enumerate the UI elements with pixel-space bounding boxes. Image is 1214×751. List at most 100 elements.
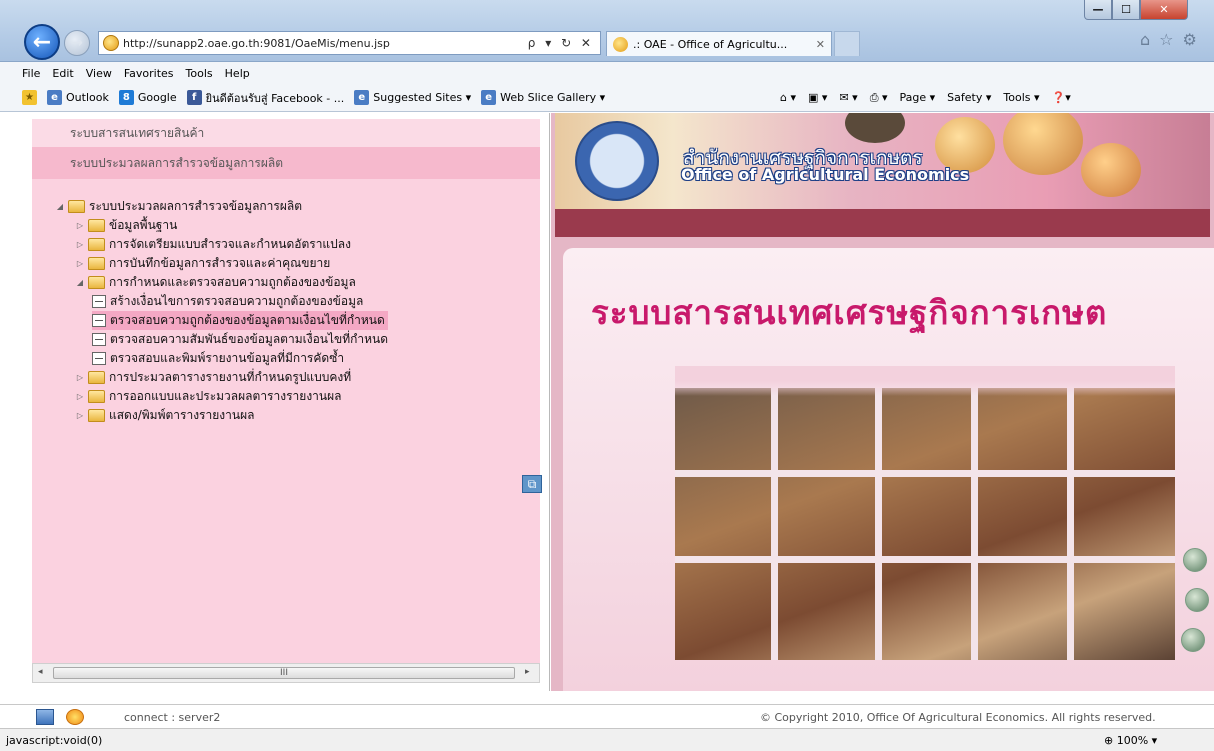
menu-favorites[interactable]: Favorites — [124, 67, 174, 80]
fav-facebook[interactable]: f ยินดีต้อนรับสู่ Facebook - ... — [186, 89, 344, 107]
safety-menu[interactable]: Safety ▾ — [947, 91, 991, 104]
expand-icon[interactable]: ▷ — [72, 240, 88, 249]
market-photo — [675, 388, 1175, 660]
tree-leaf-create-conditions[interactable]: สร้างเงื่อนไขการตรวจสอบความถูกต้องของข้อ… — [92, 292, 388, 311]
decor-orb — [1183, 548, 1207, 572]
address-bar[interactable]: http://sunapp2.oae.go.th:9081/OaeMis/men… — [98, 31, 601, 55]
expand-icon[interactable]: ▷ — [72, 392, 88, 401]
menu-view[interactable]: View — [86, 67, 112, 80]
tree-item-survey-entry[interactable]: ▷ การบันทึกข้อมูลการสำรวจและค่าคุณขยาย — [72, 254, 388, 273]
photo-grid-line — [771, 388, 778, 660]
document-icon — [92, 333, 106, 346]
fav-outlook[interactable]: e Outlook — [47, 90, 109, 105]
tree-leaf-print-duplicates[interactable]: ตรวจสอบและพิมพ์รายงานข้อมูลที่มีการคัดซ้… — [92, 349, 388, 368]
photo-fade — [675, 366, 1175, 396]
tree-item-survey-prep[interactable]: ▷ การจัดเตรียมแบบสำรวจและกำหนดอัตราแปลง — [72, 235, 388, 254]
banner-fruit — [1003, 113, 1083, 175]
decor-orb — [1185, 588, 1209, 612]
expand-icon[interactable]: ▷ — [72, 221, 88, 230]
browser-tab[interactable]: .: OAE - Office of Agricultu... ✕ — [606, 31, 832, 56]
menu-file[interactable]: File — [22, 67, 40, 80]
folder-icon — [88, 238, 105, 251]
zoom-dropdown-icon[interactable]: ▾ — [1152, 734, 1158, 747]
fav-web-slice-gallery[interactable]: e Web Slice Gallery ▾ — [481, 90, 605, 105]
menu-help[interactable]: Help — [225, 67, 250, 80]
mail-icon[interactable]: ✉ ▾ — [839, 91, 857, 104]
tree-item-data-validation[interactable]: ◢ การกำหนดและตรวจสอบความถูกต้องของข้อมูล — [72, 273, 388, 292]
horizontal-scrollbar[interactable]: ◂ III ▸ — [32, 663, 540, 683]
app-footer: connect : server2 © Copyright 2010, Offi… — [0, 704, 1214, 728]
folder-open-icon — [68, 200, 85, 213]
scrollbar-thumb[interactable]: III — [53, 667, 515, 679]
frame-toggle-button[interactable]: ⧉ — [522, 475, 542, 493]
help-icon[interactable]: ❓▾ — [1052, 91, 1071, 104]
tree-item-show-print-reports[interactable]: ▷ แสดง/พิมพ์ตารางรายงานผล — [72, 406, 388, 425]
menu-item-commodity-info[interactable]: ระบบสารสนเทศรายสินค้า — [32, 119, 540, 147]
monitor-icon[interactable] — [36, 709, 54, 725]
address-url[interactable]: http://sunapp2.oae.go.th:9081/OaeMis/men… — [123, 37, 528, 50]
scroll-left-arrow-icon[interactable]: ◂ — [38, 667, 43, 677]
expand-icon[interactable]: ▷ — [72, 411, 88, 420]
favorites-star-add[interactable]: ★ — [22, 90, 37, 105]
welcome-panel: ระบบสารสนเทศเศรษฐกิจการเกษต — [563, 248, 1214, 691]
google-icon: 8 — [118, 90, 134, 105]
tree-item-design-reports[interactable]: ▷ การออกแบบและประมวลผลตารางรายงานผล — [72, 387, 388, 406]
home-icon[interactable]: ⌂ — [1140, 30, 1150, 49]
banner-title-en: Office of Agricultural Economics — [681, 165, 970, 184]
tree-root[interactable]: ◢ ระบบประมวลผลการสำรวจข้อมูลการผลิต — [52, 197, 388, 216]
print-icon[interactable]: ⎙ ▾ — [870, 91, 888, 105]
left-nav-frame: ระบบสารสนเทศรายสินค้า ระบบประมวลผลการสำร… — [0, 113, 550, 691]
photo-grid-line — [675, 556, 1175, 563]
settings-gear-icon[interactable]: ⚙ — [1183, 30, 1197, 49]
menu-item-production-survey[interactable]: ระบบประมวลผลการสำรวจข้อมูลการผลิต — [32, 147, 540, 179]
maximize-button[interactable]: ☐ — [1112, 0, 1140, 20]
nav-tree: ◢ ระบบประมวลผลการสำรวจข้อมูลการผลิต ▷ ข้… — [52, 197, 389, 425]
address-controls[interactable]: ρ ▾ ↻ ✕ — [528, 36, 600, 50]
menu-bar: File Edit View Favorites Tools Help — [0, 62, 1214, 84]
tree-item-fixed-reports[interactable]: ▷ การประมวลตารางรายงานที่กำหนดรูปแบบคงที… — [72, 368, 388, 387]
document-icon — [92, 295, 106, 308]
folder-icon — [88, 219, 105, 232]
expand-icon[interactable]: ▷ — [72, 373, 88, 382]
web-slice-icon: e — [481, 90, 497, 105]
tree-item-basic-data[interactable]: ▷ ข้อมูลพื้นฐาน — [72, 216, 388, 235]
fav-suggested-sites[interactable]: e Suggested Sites ▾ — [354, 90, 471, 105]
new-tab-button[interactable] — [834, 31, 860, 56]
favorites-star-icon[interactable]: ☆ — [1159, 30, 1173, 49]
back-arrow-icon: ← — [32, 29, 52, 55]
chat-icon[interactable] — [66, 709, 84, 725]
forward-button[interactable]: → — [64, 30, 90, 56]
page-menu[interactable]: Page ▾ — [900, 91, 936, 104]
expand-icon[interactable]: ▷ — [72, 259, 88, 268]
zoom-level: 100% — [1116, 734, 1149, 747]
tools-menu[interactable]: Tools ▾ — [1003, 91, 1039, 104]
browser-status-bar: javascript:void(0) ⊕ 100% ▾ — [0, 728, 1214, 751]
suggested-sites-icon: e — [354, 90, 370, 105]
photo-grid-line — [971, 388, 978, 660]
menu-tools[interactable]: Tools — [186, 67, 213, 80]
menu-edit[interactable]: Edit — [52, 67, 73, 80]
outlook-icon: e — [47, 90, 62, 105]
photo-grid-line — [675, 470, 1175, 477]
favorites-bar: ★ e Outlook 8 Google f ยินดีต้อนรับสู่ F… — [0, 84, 1214, 112]
feeds-icon[interactable]: ▣ ▾ — [808, 91, 827, 104]
folder-icon — [88, 390, 105, 403]
oae-banner: สำนักงานเศรษฐกิจการเกษตร Office of Agric… — [555, 113, 1210, 209]
connection-status: connect : server2 — [124, 711, 221, 724]
tree-leaf-check-by-conditions[interactable]: ตรวจสอบความถูกต้องของข้อมูลตามเงื่อนไขที… — [92, 311, 389, 330]
tab-title: .: OAE - Office of Agricultu... — [633, 37, 788, 51]
collapse-icon[interactable]: ◢ — [72, 278, 88, 287]
home-command-icon[interactable]: ⌂ ▾ — [780, 91, 796, 104]
photo-grid-line — [1067, 388, 1074, 660]
banner-divider — [555, 209, 1210, 237]
minimize-button[interactable]: — — [1084, 0, 1112, 20]
tab-close-icon[interactable]: ✕ — [816, 38, 825, 51]
scroll-right-arrow-icon[interactable]: ▸ — [525, 667, 530, 677]
tree-leaf-check-relations[interactable]: ตรวจสอบความสัมพันธ์ของข้อมูลตามเงื่อนไขท… — [92, 330, 388, 349]
fav-google[interactable]: 8 Google — [118, 90, 177, 105]
collapse-icon[interactable]: ◢ — [52, 202, 68, 211]
forward-arrow-icon: → — [71, 35, 83, 51]
back-button[interactable]: ← — [24, 24, 60, 60]
zoom-control[interactable]: ⊕ 100% ▾ — [1104, 734, 1157, 747]
close-window-button[interactable]: ✕ — [1140, 0, 1188, 20]
